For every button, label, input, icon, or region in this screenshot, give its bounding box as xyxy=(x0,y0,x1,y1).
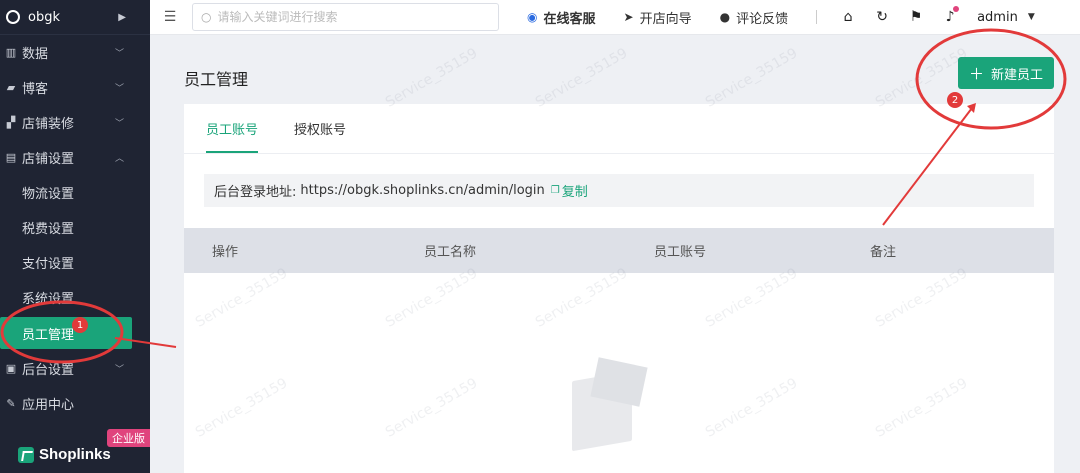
sidebar-sub-tax[interactable]: 税费设置 xyxy=(0,210,150,245)
notification-dot xyxy=(953,6,960,12)
new-staff-button[interactable]: ＋ 新建员工 xyxy=(958,57,1054,89)
search-input[interactable] xyxy=(217,10,488,24)
user-menu[interactable]: admin xyxy=(977,10,1018,25)
brand-logo: Shoplinks xyxy=(18,446,111,463)
tab-staff-accounts[interactable]: 员工账号 xyxy=(206,104,259,153)
plus-icon: ＋ xyxy=(968,64,984,83)
store-logo-icon xyxy=(6,10,20,24)
shop-guide-link[interactable]: ➤ 开店向导 xyxy=(624,8,692,27)
store-switcher[interactable]: obgk ▶ xyxy=(0,0,150,35)
search-icon: ○ xyxy=(201,10,212,24)
col-actions: 操作 xyxy=(212,245,239,260)
store-name: obgk xyxy=(28,9,60,25)
top-bar: ☰ ○ ◉ 在线客服 ➤ 开店向导 ● 评论反馈 ⌂ ↻ ⚑ ♪ admin ▼ xyxy=(150,0,1080,35)
sidebar-item-app-center[interactable]: ✎ 应用中心 xyxy=(0,386,150,421)
copy-button[interactable]: ❐ 复制 xyxy=(551,181,588,200)
shoplinks-logo-icon xyxy=(18,446,34,463)
sidebar-item-decoration[interactable]: ▞ 店铺装修 ﹀ xyxy=(0,105,150,140)
sidebar-item-label: 博客 xyxy=(22,82,49,97)
main-content: 员工管理 ＋ 新建员工 员工账号 授权账号 后台登录地址: https://ob… xyxy=(150,36,1080,473)
caret-right-icon: ▶ xyxy=(118,11,126,23)
tab-bar: 员工账号 授权账号 xyxy=(184,104,1054,154)
brand-name: Shoplinks xyxy=(39,446,111,463)
edition-badge: 企业版 xyxy=(107,429,150,447)
col-staff-name: 员工名称 xyxy=(424,245,477,260)
login-url-label: 后台登录地址: xyxy=(214,185,297,200)
chevron-down-icon: ﹀ xyxy=(115,84,125,94)
flag-icon[interactable]: ⚑ xyxy=(899,9,933,25)
monitor-icon: ▣ xyxy=(5,362,17,375)
sidebar-item-label: 店铺设置 xyxy=(22,152,75,167)
tab-authorized-accounts[interactable]: 授权账号 xyxy=(294,104,346,153)
feedback-link[interactable]: ● 评论反馈 xyxy=(720,8,789,27)
col-staff-account: 员工账号 xyxy=(654,245,707,260)
sidebar-sub-system[interactable]: 系统设置 xyxy=(0,280,150,315)
store-icon: ▤ xyxy=(5,151,17,164)
paper-plane-icon: ➤ xyxy=(623,10,634,24)
sidebar-item-label: 应用中心 xyxy=(22,398,75,413)
chevron-down-icon: ﹀ xyxy=(115,49,125,59)
feedback-label: 评论反馈 xyxy=(736,11,789,27)
chevron-up-icon: ︿ xyxy=(115,154,125,164)
wrench-icon: ✎ xyxy=(6,397,16,410)
home-icon[interactable]: ⌂ xyxy=(831,9,865,25)
chat-bubble-icon: ◉ xyxy=(527,10,538,24)
login-url-bar: 后台登录地址: https://obgk.shoplinks.cn/admin/… xyxy=(204,174,1034,207)
sidebar-item-store-settings[interactable]: ▤ 店铺设置 ︿ xyxy=(0,140,150,175)
annotation-step-2: 2 xyxy=(947,92,963,108)
empty-state-illustration xyxy=(552,357,672,460)
blog-icon: ▰ xyxy=(6,81,16,94)
staff-card: 员工账号 授权账号 后台登录地址: https://obgk.shoplinks… xyxy=(184,104,1054,473)
refresh-icon[interactable]: ↻ xyxy=(865,9,899,25)
chevron-down-icon: ﹀ xyxy=(115,365,125,375)
sidebar-item-label: 店铺装修 xyxy=(22,117,75,132)
online-service-link[interactable]: ◉ 在线客服 xyxy=(527,8,596,27)
sidebar-item-admin-settings[interactable]: ▣ 后台设置 ﹀ xyxy=(0,351,150,386)
paint-roller-icon: ▞ xyxy=(6,116,16,129)
sidebar-footer: 企业版 Shoplinks xyxy=(0,429,150,473)
online-service-label: 在线客服 xyxy=(543,11,596,27)
comment-icon: ● xyxy=(719,10,731,24)
bar-chart-icon: ▥ xyxy=(5,46,17,59)
table-header: 操作 员工名称 员工账号 备注 xyxy=(184,228,1054,273)
sidebar-sub-staff-management[interactable]: 员工管理 xyxy=(0,317,132,349)
sidebar: obgk ▶ ▥ 数据 ﹀ ▰ 博客 ﹀ ▞ 店铺装修 ﹀ ▤ 店铺设置 ︿ 物… xyxy=(0,0,150,473)
bell-icon[interactable]: ♪ xyxy=(933,6,967,25)
sidebar-item-blog[interactable]: ▰ 博客 ﹀ xyxy=(0,70,150,105)
login-url: https://obgk.shoplinks.cn/admin/login xyxy=(300,183,545,198)
sidebar-item-data[interactable]: ▥ 数据 ﹀ xyxy=(0,35,150,70)
chevron-down-icon: ﹀ xyxy=(115,119,125,129)
copy-label: 复制 xyxy=(561,185,588,200)
divider xyxy=(816,10,818,24)
new-staff-label: 新建员工 xyxy=(991,67,1044,83)
caret-down-icon[interactable]: ▼ xyxy=(1028,12,1035,22)
sidebar-item-label: 数据 xyxy=(22,47,49,62)
sidebar-sub-payment[interactable]: 支付设置 xyxy=(0,245,150,280)
copy-icon: ❐ xyxy=(550,185,560,196)
menu-toggle-icon[interactable]: ☰ xyxy=(150,9,190,25)
sidebar-item-label: 后台设置 xyxy=(22,363,75,378)
page-title: 员工管理 xyxy=(184,70,249,89)
search-box: ○ xyxy=(192,3,499,31)
sidebar-sub-logistics[interactable]: 物流设置 xyxy=(0,175,150,210)
shop-guide-label: 开店向导 xyxy=(639,11,692,27)
col-remarks: 备注 xyxy=(870,245,897,260)
annotation-step-1: 1 xyxy=(72,317,88,333)
